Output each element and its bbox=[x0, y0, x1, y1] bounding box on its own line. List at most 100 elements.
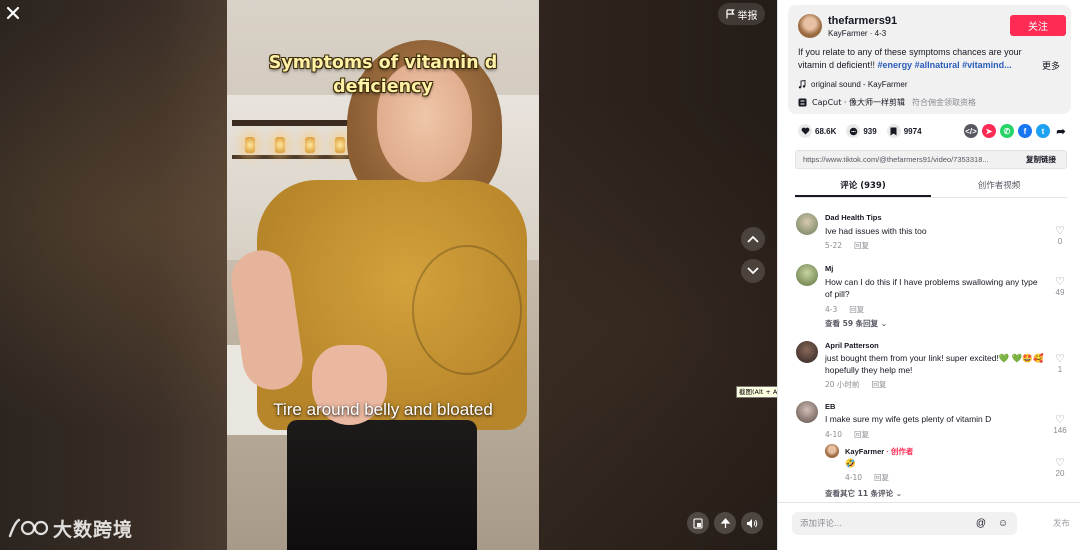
heart-outline-icon: ♡ bbox=[1055, 353, 1065, 365]
screenshot-tooltip: 截图(Alt + A) bbox=[736, 386, 777, 398]
author-avatar[interactable] bbox=[798, 14, 822, 38]
reply-button[interactable]: 回复 bbox=[854, 241, 869, 250]
commenter-avatar[interactable] bbox=[796, 264, 818, 286]
twitter-icon[interactable]: t bbox=[1036, 124, 1050, 138]
volume-button[interactable] bbox=[741, 512, 763, 534]
reply-meta: 4-10 回复 bbox=[845, 472, 889, 483]
sound-label: original sound - KayFarmer bbox=[811, 80, 908, 89]
volume-icon bbox=[747, 518, 758, 528]
heart-outline-icon: ♡ bbox=[1055, 225, 1065, 237]
comment-like-count: 1 bbox=[1057, 365, 1063, 374]
description-hashtags[interactable]: #energy #allnatural #vitamind... bbox=[878, 60, 1012, 70]
comment-text: I make sure my wife gets plenty of vitam… bbox=[825, 414, 992, 424]
whatsapp-icon[interactable]: ✆ bbox=[1000, 124, 1014, 138]
capcut-link[interactable]: CapCut · 像大师一样剪辑 符合佣金领取资格 bbox=[798, 97, 976, 108]
commenter-avatar[interactable] bbox=[796, 341, 818, 363]
report-button[interactable]: 举报 bbox=[718, 3, 765, 25]
mini-player-icon bbox=[693, 517, 703, 529]
commenter-name[interactable]: April Patterson bbox=[825, 341, 879, 350]
mention-icon[interactable]: @ bbox=[973, 516, 989, 532]
chevron-down-icon: ⌄ bbox=[895, 489, 903, 498]
comment-meta: 4-10 回复 bbox=[825, 429, 869, 440]
replier-avatar[interactable] bbox=[825, 444, 839, 458]
video-link-url[interactable]: https://www.tiktok.com/@thefarmers91/vid… bbox=[796, 155, 1020, 164]
details-panel: thefarmers91 KayFarmer · 4-3 关注 If you r… bbox=[777, 0, 1080, 550]
emoji-icon[interactable]: ☺ bbox=[995, 516, 1011, 532]
view-replies-button[interactable]: 查看 59 条回复 ⌄ bbox=[825, 318, 887, 329]
share-arrow-icon[interactable]: ➦ bbox=[1054, 124, 1068, 138]
creator-badge: · 创作者 bbox=[886, 447, 914, 456]
like-button[interactable]: 68.6K bbox=[798, 124, 836, 138]
video-stage: 举报 Symptoms of vitamin d deficiency Tire… bbox=[0, 0, 777, 550]
favorite-count: 9974 bbox=[903, 126, 922, 136]
follow-button[interactable]: 关注 bbox=[1010, 15, 1066, 36]
tab-comments[interactable]: 评论 (939) bbox=[795, 177, 931, 197]
facebook-icon[interactable]: f bbox=[1018, 124, 1032, 138]
heart-outline-icon: ♡ bbox=[1055, 457, 1065, 469]
video-link-box: https://www.tiktok.com/@thefarmers91/vid… bbox=[795, 150, 1067, 169]
author-display-name: KayFarmer bbox=[828, 29, 868, 38]
panel-tabs: 评论 (939) 创作者视频 bbox=[795, 177, 1067, 198]
comment-like-button[interactable]: ♡ 49 bbox=[1048, 276, 1072, 297]
view-replies-label: 查看 59 条回复 bbox=[825, 319, 879, 328]
previous-video-button[interactable] bbox=[741, 227, 765, 251]
reply-button[interactable]: 回复 bbox=[871, 380, 886, 389]
capcut-label: CapCut · 像大师一样剪辑 bbox=[812, 98, 905, 107]
video-description: If you relate to any of these symptoms c… bbox=[798, 46, 1038, 72]
reply-like-count: 20 bbox=[1055, 469, 1065, 478]
comment-like-button[interactable]: ♡ 0 bbox=[1048, 225, 1072, 246]
comment-text: Ive had issues with this too bbox=[825, 226, 927, 236]
favorite-button[interactable]: 9974 bbox=[886, 124, 922, 138]
chevron-down-icon bbox=[747, 267, 759, 275]
heart-outline-icon: ♡ bbox=[1055, 276, 1065, 288]
video-caption-overlay: Tire around belly and bloated bbox=[273, 400, 493, 419]
close-button[interactable] bbox=[2, 3, 24, 25]
pin-icon bbox=[720, 517, 730, 528]
copy-link-button[interactable]: 复制链接 bbox=[1020, 154, 1066, 165]
video-title-overlay: Symptoms of vitamin d deficiency bbox=[268, 53, 498, 97]
post-button[interactable]: 发布 bbox=[1053, 517, 1070, 529]
no-interest-button[interactable] bbox=[714, 512, 736, 534]
bookmark-icon bbox=[886, 124, 901, 138]
comment-like-count: 0 bbox=[1057, 237, 1063, 246]
author-username[interactable]: thefarmers91 bbox=[828, 15, 897, 27]
comment-date: 5-22 bbox=[825, 241, 843, 250]
more-button[interactable]: 更多 bbox=[1042, 59, 1060, 72]
comment-icon bbox=[846, 124, 861, 138]
reply-button[interactable]: 回复 bbox=[849, 305, 864, 314]
comment-text: just bought them from your link! super e… bbox=[825, 353, 1044, 375]
comment-button[interactable]: 939 bbox=[846, 124, 877, 138]
heart-icon bbox=[798, 124, 812, 138]
send-to-friend-icon[interactable]: ➤ bbox=[982, 124, 996, 138]
reply-reply-button[interactable]: 回复 bbox=[874, 473, 889, 482]
commenter-name[interactable]: Mj bbox=[825, 264, 833, 273]
commenter-name[interactable]: EB bbox=[825, 402, 835, 411]
capcut-icon bbox=[798, 98, 807, 107]
commenter-avatar[interactable] bbox=[796, 213, 818, 235]
video-player[interactable]: Symptoms of vitamin d deficiency Tire ar… bbox=[227, 0, 539, 550]
commenter-avatar[interactable] bbox=[796, 401, 818, 423]
floating-player-button[interactable] bbox=[687, 512, 709, 534]
reply-button[interactable]: 回复 bbox=[854, 430, 869, 439]
replier-name[interactable]: KayFarmer · 创作者 bbox=[845, 446, 913, 457]
comment-box[interactable]: @ ☺ bbox=[792, 512, 1017, 535]
comment-count: 939 bbox=[863, 126, 877, 136]
reply-like-button[interactable]: ♡ 20 bbox=[1048, 457, 1072, 478]
tab-creator-videos[interactable]: 创作者视频 bbox=[931, 177, 1067, 197]
comment-meta: 5-22 回复 bbox=[825, 240, 869, 251]
sound-link[interactable]: original sound - KayFarmer bbox=[798, 80, 907, 89]
author-subline: KayFarmer · 4-3 bbox=[828, 29, 887, 38]
comment-meta: 20 小时前 回复 bbox=[825, 379, 886, 390]
comment-input[interactable] bbox=[792, 518, 973, 529]
view-more-comments-button[interactable]: 查看其它 11 条评论 ⌄ bbox=[825, 488, 902, 499]
next-video-button[interactable] bbox=[741, 259, 765, 283]
flag-icon bbox=[725, 9, 735, 19]
comment-like-button[interactable]: ♡ 1 bbox=[1048, 353, 1072, 374]
chevron-down-icon: ⌄ bbox=[880, 319, 888, 328]
heart-outline-icon: ♡ bbox=[1055, 414, 1065, 426]
commenter-name[interactable]: Dad Health Tips bbox=[825, 213, 882, 222]
comment-list: Dad Health Tips Ive had issues with this… bbox=[778, 205, 1080, 500]
comment-like-count: 146 bbox=[1053, 426, 1067, 435]
comment-like-button[interactable]: ♡ 146 bbox=[1048, 414, 1072, 435]
embed-icon[interactable]: </> bbox=[964, 124, 978, 138]
